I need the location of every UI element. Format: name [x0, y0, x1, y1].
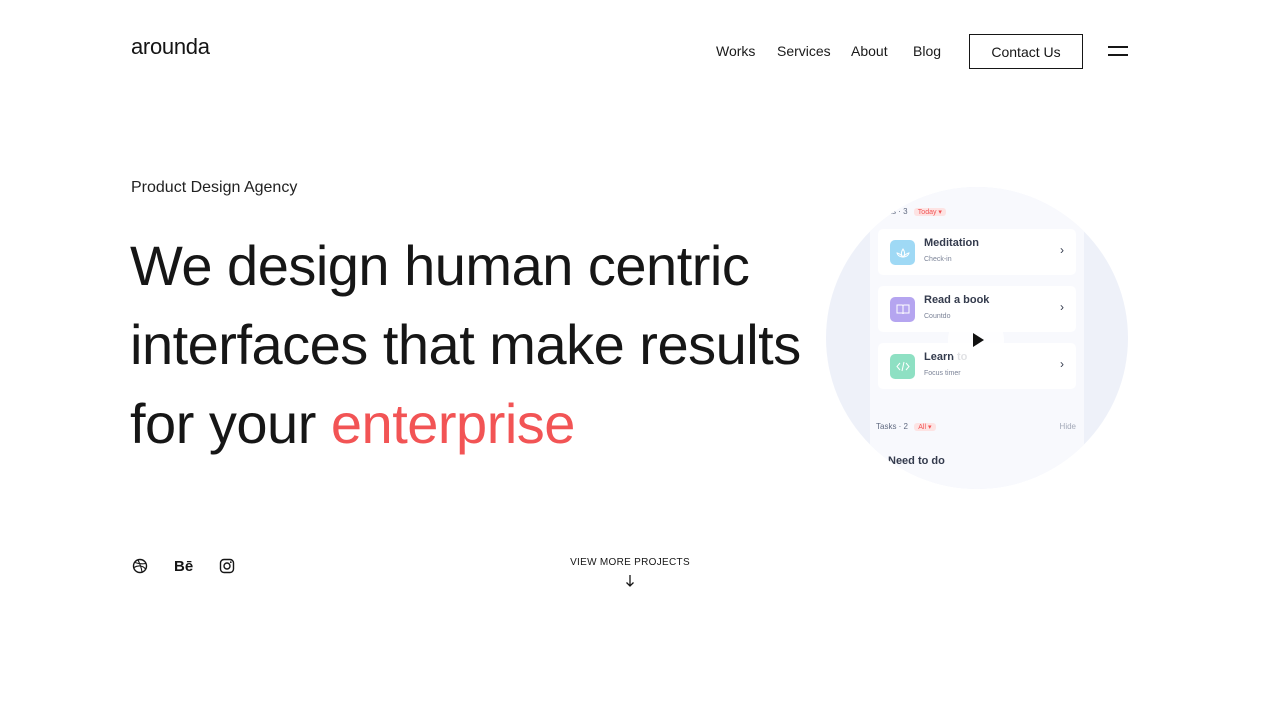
tasks-header: Tasks · 2 All ▾ — [876, 422, 936, 431]
habits-count: its · 3 — [888, 207, 908, 216]
headline-accent-word: enterprise — [330, 392, 576, 455]
headline-line-3-prefix: for your — [130, 392, 331, 455]
headline-line-1: We design human centric — [130, 234, 750, 297]
hide-link: Hide — [1059, 422, 1076, 431]
video-preview[interactable]: its · 3 Today ▾ Meditation Check-in › Re… — [826, 187, 1128, 489]
hamburger-menu-icon[interactable] — [1108, 45, 1128, 58]
all-chip: All ▾ — [914, 423, 936, 431]
nav-link-about[interactable]: About — [851, 43, 888, 59]
chevron-right-icon: › — [1060, 300, 1064, 314]
behance-icon: Bē — [174, 557, 194, 575]
chevron-right-icon: › — [1060, 357, 1064, 371]
contact-us-button[interactable]: Contact Us — [969, 34, 1083, 69]
view-more-projects-link[interactable]: VIEW MORE PROJECTS — [560, 557, 700, 568]
card-title: Read a book — [924, 294, 990, 306]
code-icon — [890, 354, 915, 379]
headline-line-2: interfaces that make results — [130, 313, 801, 376]
nav-link-works[interactable]: Works — [716, 43, 755, 59]
brand-logo[interactable]: arounda — [131, 34, 210, 60]
hero-eyebrow: Product Design Agency — [131, 179, 298, 196]
book-icon — [890, 297, 915, 322]
today-chip: Today ▾ — [913, 208, 946, 216]
behance-link[interactable]: Bē — [174, 557, 193, 575]
card-subtitle: Countdo — [924, 313, 951, 320]
chevron-right-icon: › — [1060, 243, 1064, 257]
nav-link-services[interactable]: Services — [777, 43, 831, 59]
card-title: Meditation — [924, 237, 979, 249]
nav-link-blog[interactable]: Blog — [913, 43, 941, 59]
hero-headline: We design human centric interfaces that … — [130, 226, 890, 463]
dribbble-icon — [132, 558, 148, 574]
card-subtitle: Focus timer — [924, 370, 961, 377]
tasks-count: Tasks · 2 — [876, 422, 909, 431]
instagram-link[interactable] — [219, 557, 235, 575]
habit-card-meditation: Meditation Check-in › — [878, 229, 1076, 275]
lotus-icon — [890, 240, 915, 265]
instagram-icon — [219, 558, 235, 574]
play-icon — [972, 333, 984, 347]
play-button[interactable] — [948, 312, 1004, 368]
card-subtitle: Check-in — [924, 256, 952, 263]
arrow-down-icon[interactable] — [624, 574, 636, 588]
need-to-do-heading: Need to do — [888, 455, 945, 467]
dribbble-link[interactable] — [132, 557, 148, 575]
habits-header: its · 3 Today ▾ — [888, 207, 946, 216]
